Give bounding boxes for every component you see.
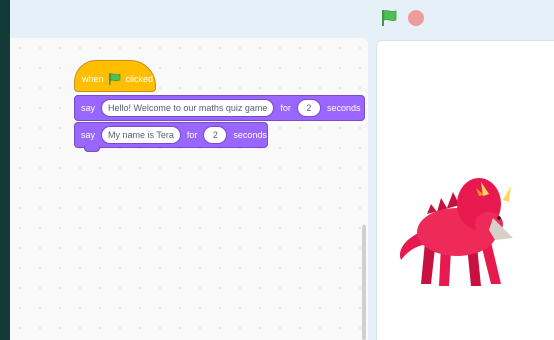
- stop-icon[interactable]: [408, 10, 424, 26]
- seconds-label: seconds: [326, 103, 361, 113]
- say-keyword: say: [81, 103, 96, 113]
- hat-prefix-label: when: [82, 74, 104, 84]
- code-area-scrollbar[interactable]: [362, 225, 366, 340]
- when-flag-clicked-block[interactable]: when clicked: [74, 60, 156, 92]
- say-keyword: say: [81, 130, 96, 140]
- stage-header: [10, 0, 554, 38]
- say-for-secs-block[interactable]: say Hello! Welcome to our maths quiz gam…: [74, 95, 365, 121]
- seconds-label: seconds: [233, 130, 267, 140]
- scratch-editor: when clicked say Hello! Welcome to our m…: [10, 0, 554, 340]
- green-flag-icon[interactable]: [380, 9, 398, 27]
- seconds-input[interactable]: 2: [296, 99, 321, 117]
- message-input[interactable]: Hello! Welcome to our maths quiz game: [101, 99, 275, 117]
- for-label: for: [186, 130, 198, 140]
- hat-suffix-label: clicked: [125, 74, 154, 84]
- code-area[interactable]: [10, 38, 368, 340]
- for-label: for: [280, 103, 291, 113]
- dinosaur-sprite[interactable]: [387, 168, 517, 290]
- block-bottom-notch: [84, 146, 100, 152]
- seconds-input[interactable]: 2: [203, 126, 228, 144]
- message-input[interactable]: My name is Tera: [101, 126, 181, 144]
- green-flag-icon: [108, 73, 120, 85]
- say-for-secs-block[interactable]: say My name is Tera for 2 seconds: [74, 122, 268, 148]
